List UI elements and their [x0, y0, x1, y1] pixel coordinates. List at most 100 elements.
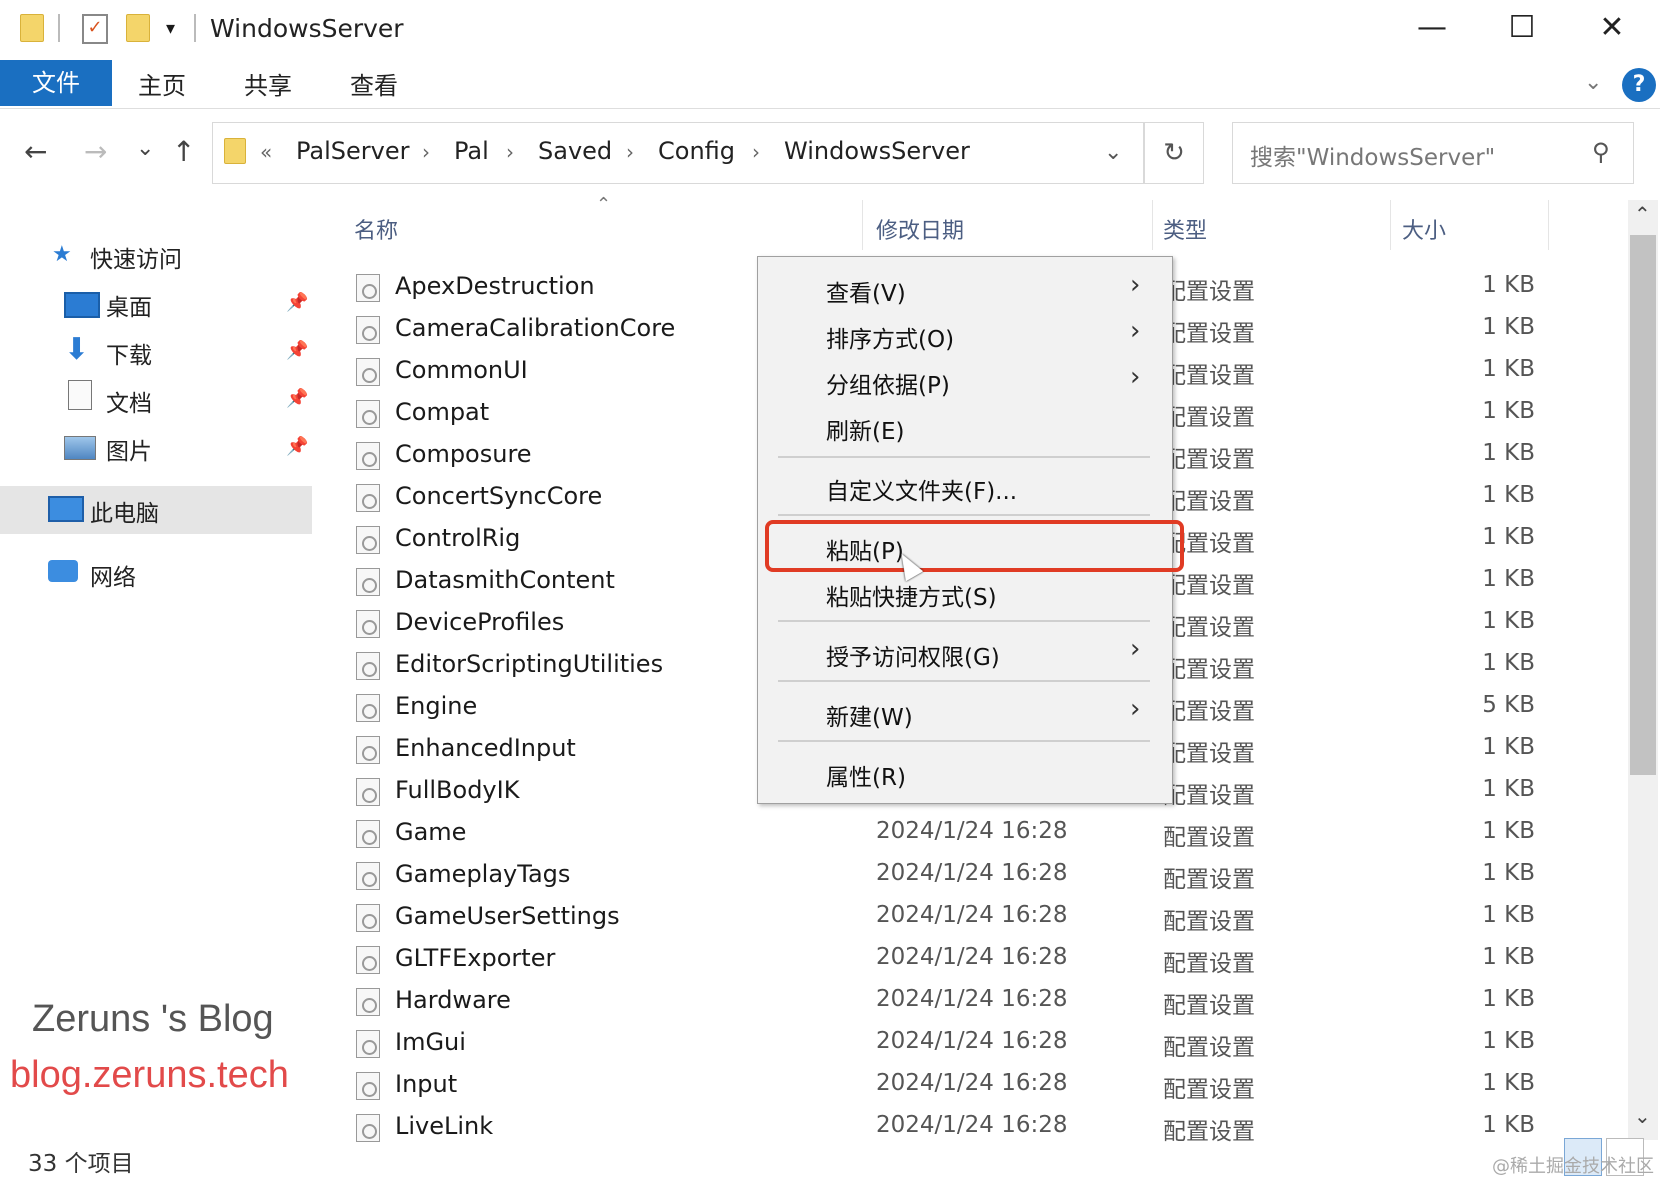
scroll-down-icon[interactable]: ⌄ [1634, 1104, 1651, 1128]
scroll-up-icon[interactable]: ⌃ [1634, 202, 1651, 226]
config-file-icon [356, 358, 380, 386]
config-file-icon [356, 694, 380, 722]
file-type: 配置设置 [1163, 363, 1255, 389]
breadcrumb-item[interactable]: Saved [538, 137, 612, 165]
file-name[interactable]: Engine [395, 692, 477, 720]
breadcrumb-item[interactable]: Config [658, 137, 735, 165]
file-name[interactable]: Composure [395, 440, 532, 468]
tab-file[interactable]: 文件 [0, 60, 112, 106]
file-date: 2024/1/24 16:28 [876, 860, 1068, 886]
recent-locations-icon[interactable]: ⌄ [136, 136, 154, 161]
chevron-right-icon[interactable]: › [626, 140, 634, 164]
menu-item-paste-shortcut[interactable]: 粘贴快捷方式(S) [826, 578, 997, 612]
file-name[interactable]: ControlRig [395, 524, 520, 552]
file-name[interactable]: Hardware [395, 986, 511, 1014]
sidebar-item-network[interactable]: 网络 [90, 558, 136, 592]
menu-item-new[interactable]: 新建(W) [826, 698, 913, 732]
file-name[interactable]: FullBodyIK [395, 776, 519, 804]
file-name[interactable]: CommonUI [395, 356, 528, 384]
menu-item-properties[interactable]: 属性(R) [826, 758, 906, 792]
breadcrumb-current[interactable]: WindowsServer [784, 137, 970, 165]
sidebar-quick-access[interactable]: 快速访问 [90, 240, 182, 274]
tab-home[interactable]: 主页 [138, 66, 186, 101]
file-name[interactable]: CameraCalibrationCore [395, 314, 675, 342]
config-file-icon [356, 988, 380, 1016]
pin-icon[interactable]: 📌 [286, 340, 308, 361]
sidebar-item-pictures[interactable]: 图片 [106, 432, 152, 466]
file-name[interactable]: LiveLink [395, 1112, 493, 1140]
file-date: 2024/1/24 16:28 [876, 902, 1068, 928]
maximize-button[interactable]: ☐ [1486, 0, 1558, 56]
file-name[interactable]: GameplayTags [395, 860, 570, 888]
back-button[interactable]: ← [24, 135, 47, 168]
file-name[interactable]: ApexDestruction [395, 272, 595, 300]
breadcrumb-item[interactable]: Pal [454, 137, 489, 165]
tab-share[interactable]: 共享 [244, 66, 292, 101]
sidebar-item-this-pc[interactable]: 此电脑 [90, 494, 159, 528]
file-type: 配置设置 [1163, 489, 1255, 515]
config-file-icon [356, 484, 380, 512]
pin-icon[interactable]: 📌 [286, 388, 308, 409]
refresh-button[interactable]: ↻ [1144, 122, 1204, 184]
config-file-icon [356, 904, 380, 932]
file-type: 配置设置 [1163, 447, 1255, 473]
config-file-icon [356, 778, 380, 806]
customize-toolbar-icon[interactable]: ▾ [166, 18, 175, 39]
file-name[interactable]: ImGui [395, 1028, 466, 1056]
address-dropdown-icon[interactable]: ⌄ [1104, 140, 1122, 165]
file-name[interactable]: ConcertSyncCore [395, 482, 602, 510]
chevron-right-icon[interactable]: › [752, 140, 760, 164]
column-header-name[interactable]: 名称 [354, 213, 398, 245]
column-header-size[interactable]: 大小 [1402, 213, 1446, 245]
column-divider[interactable] [1152, 200, 1153, 250]
chevron-right-icon[interactable]: › [506, 140, 514, 164]
file-name[interactable]: Compat [395, 398, 489, 426]
properties-icon[interactable]: ✓ [82, 14, 108, 44]
new-folder-icon[interactable] [126, 14, 150, 42]
menu-item-group-by[interactable]: 分组依据(P) [826, 366, 950, 400]
network-icon [48, 560, 78, 582]
divider [194, 14, 196, 42]
file-name[interactable]: GLTFExporter [395, 944, 555, 972]
pin-icon[interactable]: 📌 [286, 436, 308, 457]
up-button[interactable]: ↑ [172, 135, 195, 168]
file-name[interactable]: DatasmithContent [395, 566, 615, 594]
chevron-right-icon[interactable]: › [422, 140, 430, 164]
pin-icon[interactable]: 📌 [286, 292, 308, 313]
sidebar-item-downloads[interactable]: 下载 [106, 336, 152, 370]
file-name[interactable]: EnhancedInput [395, 734, 576, 762]
file-name[interactable]: EditorScriptingUtilities [395, 650, 663, 678]
file-type: 配置设置 [1163, 1035, 1255, 1061]
search-icon[interactable]: ⚲ [1592, 138, 1610, 166]
submenu-arrow-icon: › [1130, 362, 1141, 392]
breadcrumb-item[interactable]: PalServer [296, 137, 409, 165]
breadcrumb-overflow-icon[interactable]: « [260, 140, 272, 164]
folder-icon[interactable] [20, 14, 44, 42]
column-divider[interactable] [1548, 200, 1549, 250]
sidebar-item-desktop[interactable]: 桌面 [106, 288, 152, 322]
menu-item-customize-folder[interactable]: 自定义文件夹(F)... [826, 472, 1017, 506]
forward-button[interactable]: → [84, 135, 107, 168]
tab-view[interactable]: 查看 [350, 66, 398, 101]
menu-item-sort-by[interactable]: 排序方式(O) [826, 320, 954, 354]
menu-item-view[interactable]: 查看(V) [826, 274, 906, 308]
file-date: 2024/1/24 16:28 [876, 1070, 1068, 1096]
menu-item-refresh[interactable]: 刷新(E) [826, 412, 904, 446]
file-name[interactable]: Input [395, 1070, 457, 1098]
expand-ribbon-icon[interactable]: ⌄ [1584, 70, 1602, 95]
column-divider[interactable] [862, 200, 863, 250]
file-name[interactable]: Game [395, 818, 466, 846]
close-button[interactable]: ✕ [1576, 0, 1648, 56]
submenu-arrow-icon: › [1130, 270, 1141, 300]
help-icon[interactable]: ? [1622, 68, 1656, 102]
file-type: 配置设置 [1163, 867, 1255, 893]
column-header-type[interactable]: 类型 [1163, 213, 1207, 245]
sidebar-item-documents[interactable]: 文档 [106, 384, 152, 418]
scrollbar-thumb[interactable] [1630, 235, 1656, 775]
file-name[interactable]: GameUserSettings [395, 902, 620, 930]
menu-item-give-access[interactable]: 授予访问权限(G) [826, 638, 1000, 672]
column-divider[interactable] [1390, 200, 1391, 250]
column-header-date[interactable]: 修改日期 [876, 213, 964, 245]
file-name[interactable]: DeviceProfiles [395, 608, 564, 636]
minimize-button[interactable]: — [1396, 0, 1468, 56]
